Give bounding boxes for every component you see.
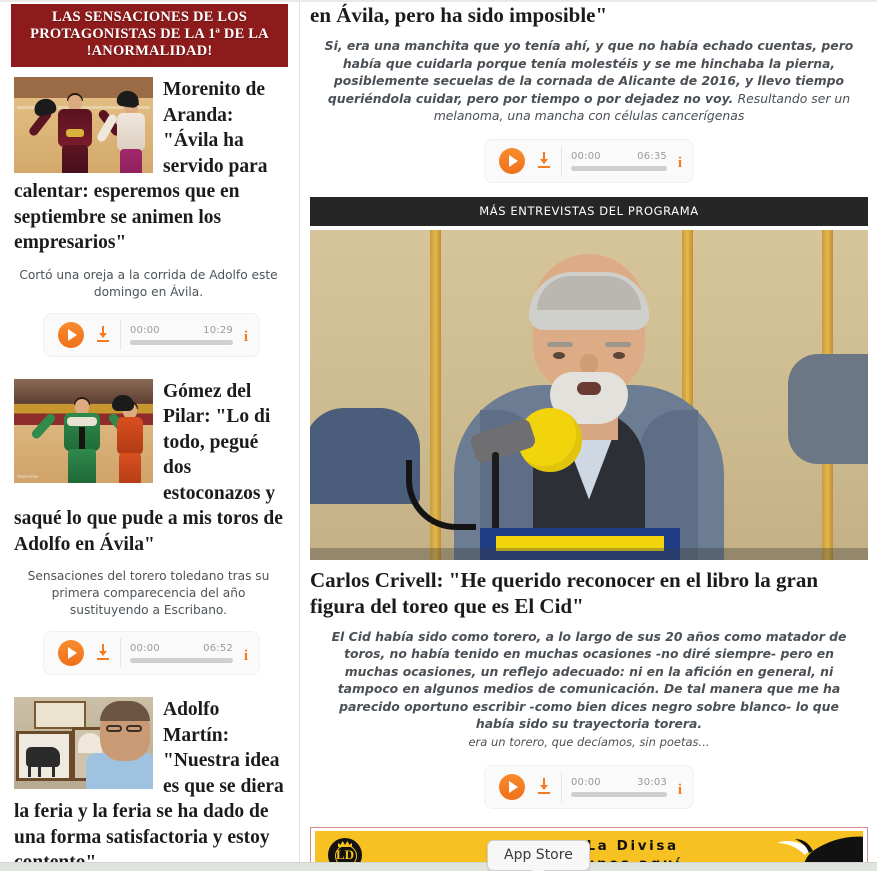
- section-bar-mas-entrevistas: MÁS ENTREVISTAS DEL PROGRAMA: [310, 196, 868, 226]
- top-article: en Ávila, pero ha sido imposible" Si, er…: [301, 0, 877, 183]
- feature-quote: El Cid había sido como torero, a lo larg…: [320, 628, 858, 752]
- right-column: en Ávila, pero ha sido imposible" Si, er…: [301, 0, 877, 871]
- duration: 10:29: [203, 324, 233, 336]
- top-hairline: [0, 0, 877, 2]
- audio-player-1[interactable]: 00:00 10:29 i: [43, 312, 260, 357]
- download-icon[interactable]: [95, 325, 111, 345]
- article-header: Adolfo Martín: "Nuestra idea es que se d…: [14, 697, 289, 871]
- article-summary: Cortó una oreja a la corrida de Adolfo e…: [19, 267, 278, 299]
- top-article-headline-tail[interactable]: en Ávila, pero ha sido imposible": [310, 0, 868, 28]
- audio-player-2[interactable]: 00:00 06:52 i: [43, 631, 260, 675]
- download-icon[interactable]: [536, 151, 552, 171]
- play-button-icon[interactable]: [58, 321, 84, 348]
- hero-image-carlos-crivell[interactable]: [310, 229, 868, 560]
- feature-quote-small: era un torero, que decíamos, sin poetas.…: [468, 734, 710, 749]
- current-time: 00:00: [571, 777, 601, 788]
- article-morenito-de-aranda[interactable]: Morenito de Aranda: "Ávila ha servido pa…: [0, 77, 299, 357]
- play-button-icon[interactable]: [58, 640, 84, 666]
- current-time: 00:00: [130, 324, 160, 336]
- app-store-tooltip[interactable]: App Store: [487, 840, 590, 871]
- article-adolfo-martin[interactable]: Adolfo Martín: "Nuestra idea es que se d…: [0, 697, 299, 871]
- duration: 06:52: [203, 643, 233, 654]
- progress-track[interactable]: [571, 165, 667, 171]
- article-gomez-del-pilar[interactable]: Valdivielso Gómez del Pilar: "Lo di todo…: [0, 378, 299, 675]
- info-icon[interactable]: i: [673, 777, 687, 798]
- article-summary: Sensaciones del torero toledano tras su …: [27, 569, 270, 617]
- info-icon[interactable]: i: [239, 643, 253, 664]
- feature-quote-text: El Cid había sido como torero, a lo larg…: [331, 628, 847, 732]
- section-banner-sensaciones: LAS SENSACIONES DE LOS PROTAGONISTAS DE …: [11, 4, 288, 67]
- audio-player-feature[interactable]: 00:00 30:03 i: [484, 765, 694, 809]
- progress-track[interactable]: [130, 658, 233, 663]
- info-icon[interactable]: i: [673, 150, 687, 171]
- top-article-quote: Si, era una manchita que yo tenía ahí, y…: [320, 37, 858, 125]
- player-body: 00:00 10:29: [121, 325, 239, 345]
- article-header: Morenito de Aranda: "Ávila ha servido pa…: [14, 77, 289, 256]
- play-button-icon[interactable]: [499, 147, 525, 174]
- article-header: Valdivielso Gómez del Pilar: "Lo di todo…: [14, 378, 289, 558]
- play-button-icon[interactable]: [499, 774, 525, 800]
- feature-article: Carlos Crivell: "He querido reconocer en…: [301, 560, 877, 809]
- player-body: 00:00 30:03: [562, 777, 673, 797]
- article-thumbnail-gomez[interactable]: Valdivielso: [14, 378, 153, 483]
- info-icon[interactable]: i: [239, 324, 253, 345]
- download-icon[interactable]: [536, 777, 552, 797]
- duration: 06:35: [637, 150, 667, 162]
- player-body: 00:00 06:35: [562, 151, 673, 171]
- current-time: 00:00: [571, 150, 601, 162]
- player-body: 00:00 06:52: [121, 643, 239, 663]
- article-thumbnail-adolfo[interactable]: [14, 697, 153, 789]
- article-thumbnail-morenito[interactable]: [14, 77, 153, 173]
- audio-player-top[interactable]: 00:00 06:35 i: [484, 138, 694, 183]
- footer-strip: [0, 862, 877, 871]
- current-time: 00:00: [130, 643, 160, 654]
- progress-track[interactable]: [130, 339, 233, 345]
- download-icon[interactable]: [95, 643, 111, 663]
- progress-track[interactable]: [571, 792, 667, 797]
- page-root: LAS SENSACIONES DE LOS PROTAGONISTAS DE …: [0, 0, 877, 871]
- feature-headline[interactable]: Carlos Crivell: "He querido reconocer en…: [310, 560, 868, 619]
- duration: 30:03: [637, 777, 667, 788]
- left-column: LAS SENSACIONES DE LOS PROTAGONISTAS DE …: [0, 0, 300, 871]
